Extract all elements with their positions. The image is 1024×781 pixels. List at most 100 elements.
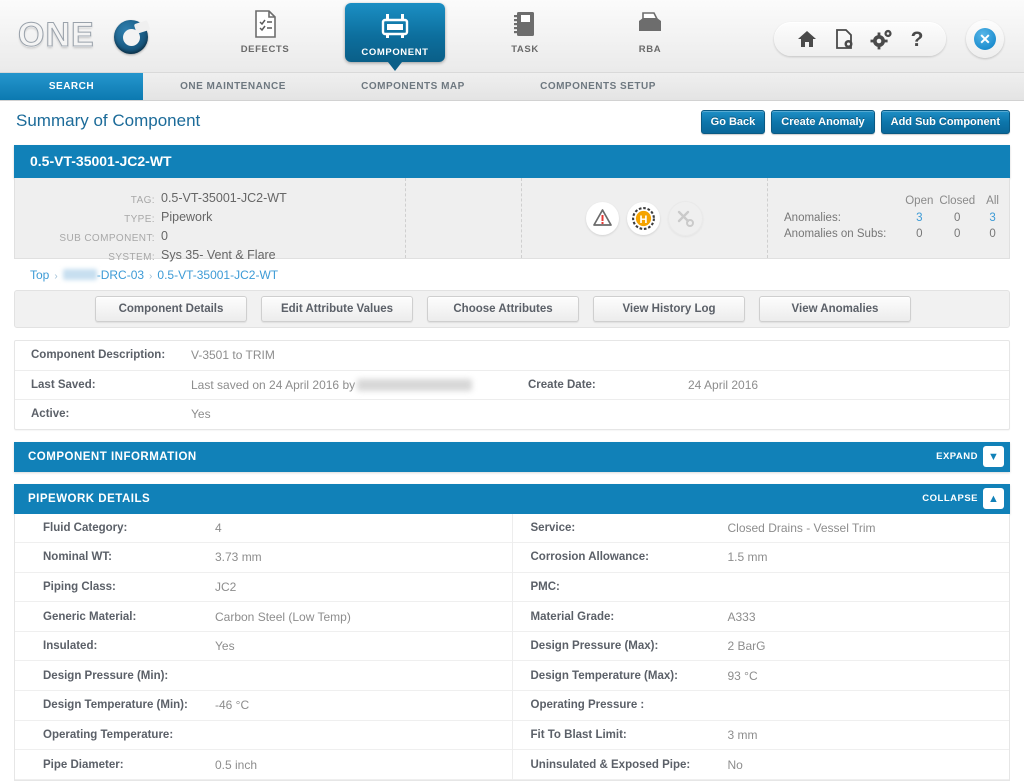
anomalies-table: Open Closed All Anomalies: 3 0 3 Anomali… (782, 192, 1009, 243)
last-saved-user-redacted (357, 378, 473, 391)
last-saved-row: Last Saved: Last saved on 24 April 2016 … (15, 371, 1009, 400)
logo-text: ONE (18, 16, 95, 55)
anomalies-subs-row: Anomalies on Subs: 0 0 0 (784, 227, 1007, 241)
nav-tab-task[interactable]: TASK (475, 0, 575, 72)
pipe-diameter-value: 0.5 inch (215, 757, 258, 772)
top-bar: ONE DEFECTS COMPONENT TASK RBA ? ✕ (0, 0, 1024, 73)
create-date-value: 24 April 2016 (688, 377, 759, 392)
svg-text:H: H (640, 214, 648, 226)
logo-ring-icon (114, 20, 148, 54)
section-pipework-details-toggle[interactable]: COLLAPSE ▲ (922, 488, 1004, 509)
detail-row: Design Temperature (Max): 93 °C (512, 661, 1009, 692)
description-row: Component Description: V-3501 to TRIM (15, 341, 1009, 371)
create-anomaly-button[interactable]: Create Anomaly (771, 110, 875, 134)
tab-component-details[interactable]: Component Details (95, 296, 247, 322)
subnav-item-components-setup[interactable]: COMPONENTS SETUP (503, 73, 693, 100)
section-component-information-toggle[interactable]: EXPAND ▼ (936, 446, 1004, 467)
anomalies-open-count[interactable]: 3 (902, 211, 936, 225)
detail-row: Corrosion Allowance: 1.5 mm (512, 543, 1009, 573)
tab-edit-attribute-values[interactable]: Edit Attribute Values (261, 296, 413, 322)
nav-tab-component[interactable]: COMPONENT (345, 3, 445, 71)
section-pipework-details[interactable]: PIPEWORK DETAILS COLLAPSE ▲ (14, 483, 1010, 514)
design-temperature-min-label: Design Temperature (Min): (43, 699, 188, 712)
detail-row: Insulated: Yes (15, 632, 512, 662)
svg-text:?: ? (911, 28, 924, 50)
add-sub-component-button[interactable]: Add Sub Component (880, 110, 1010, 134)
subnav-item-search[interactable]: SEARCH (0, 73, 143, 100)
breadcrumb-current[interactable]: 0.5-VT-35001-JC2-WT (157, 268, 278, 282)
design-temperature-max-label: Design Temperature (Max): (530, 669, 678, 682)
detail-row: Operating Pressure : (512, 691, 1009, 721)
detail-row: Material Grade: A333 (512, 602, 1009, 632)
breadcrumb-parent[interactable]: -DRC-03 (97, 268, 144, 282)
nav-tab-defects[interactable]: DEFECTS (215, 0, 315, 72)
app-logo[interactable]: ONE (18, 12, 150, 58)
anomalies-all-count[interactable]: 3 (978, 211, 1007, 225)
generic-material-label: Generic Material: (43, 610, 137, 623)
tab-view-anomalies[interactable]: View Anomalies (759, 296, 911, 322)
fit-to-blast-limit-value: 3 mm (727, 727, 758, 742)
expand-label: EXPAND (936, 451, 978, 462)
summary-label-system: SYSTEM: (108, 252, 155, 263)
design-pressure-min-label: Design Pressure (Min): (43, 669, 169, 682)
insulated-label: Insulated: (43, 640, 98, 653)
subnav-item-components-map[interactable]: COMPONENTS MAP (323, 73, 503, 100)
section-component-information-title: COMPONENT INFORMATION (28, 450, 197, 463)
service-value: Closed Drains - Vessel Trim (727, 520, 876, 535)
last-saved-value: Last saved on 24 April 2016 by (191, 378, 473, 392)
close-button[interactable]: ✕ (966, 20, 1004, 58)
design-temperature-max-value: 93 °C (727, 668, 758, 683)
active-value: Yes (191, 407, 211, 422)
gear-icon[interactable] (870, 28, 894, 50)
notebook-icon (475, 10, 575, 40)
nominal-wt-value: 3.73 mm (215, 550, 262, 565)
tools-icon (668, 200, 703, 236)
anomalies-header-closed: Closed (939, 195, 976, 207)
section-component-information[interactable]: COMPONENT INFORMATION EXPAND ▼ (14, 441, 1010, 472)
component-tab-row: Component Details Edit Attribute Values … (14, 290, 1010, 328)
detail-row: Operating Temperature: (15, 721, 512, 751)
warning-triangle-icon[interactable] (586, 201, 619, 235)
active-label: Active: (31, 408, 70, 421)
create-date-label: Create Date: (528, 378, 596, 391)
last-saved-label: Last Saved: (31, 378, 96, 391)
subnav-item-one-maintenance[interactable]: ONE MAINTENANCE (143, 73, 323, 100)
detail-row: Design Pressure (Max): 2 BarG (512, 632, 1009, 662)
component-icon (345, 13, 445, 43)
pipework-details-right-column: Service: Closed Drains - Vessel Trim Cor… (512, 514, 1009, 780)
anomalies-header-row: Open Closed All (784, 194, 1007, 209)
design-pressure-max-value: 2 BarG (727, 639, 766, 654)
summary-label-sub-component: SUB COMPONENT: (59, 233, 155, 244)
fluid-category-value: 4 (215, 520, 222, 535)
chevron-up-icon: ▲ (983, 488, 1004, 509)
anomalies-header-all: All (986, 195, 999, 207)
piping-class-label: Piping Class: (43, 580, 116, 593)
quick-actions-bar: ? (774, 22, 946, 56)
go-back-button[interactable]: Go Back (700, 110, 766, 134)
close-icon: ✕ (974, 28, 996, 50)
document-checklist-icon (215, 10, 315, 40)
hazard-h-badge-icon[interactable]: H (627, 201, 660, 235)
detail-row: Pipe Diameter: 0.5 inch (15, 750, 512, 780)
tab-choose-attributes[interactable]: Choose Attributes (427, 296, 579, 322)
breadcrumb-top[interactable]: Top (30, 268, 49, 282)
chevron-down-icon: ▼ (983, 446, 1004, 467)
tray-icon (600, 10, 700, 40)
page-title: Summary of Component (16, 111, 201, 130)
anomalies-closed-count: 0 (954, 212, 961, 224)
pmc-label: PMC: (530, 580, 560, 593)
help-icon[interactable]: ? (910, 28, 924, 50)
breadcrumb-separator-2: › (149, 271, 153, 282)
tab-view-history-log[interactable]: View History Log (593, 296, 745, 322)
nav-tab-rba[interactable]: RBA (600, 0, 700, 72)
document-settings-icon[interactable] (834, 28, 854, 50)
component-summary-panel: TAG: 0.5-VT-35001-JC2-WT TYPE: Pipework … (14, 178, 1010, 263)
anomalies-row: Anomalies: 3 0 3 (784, 211, 1007, 225)
detail-row: Uninsulated & Exposed Pipe: No (512, 750, 1009, 780)
section-pipework-details-title: PIPEWORK DETAILS (28, 492, 151, 505)
anomalies-subs-closed-count: 0 (954, 228, 961, 240)
home-icon[interactable] (796, 29, 818, 49)
detail-row: Design Temperature (Min): -46 °C (15, 691, 512, 721)
summary-row-type: TYPE: Pipework (15, 209, 405, 228)
piping-class-value: JC2 (215, 579, 237, 594)
